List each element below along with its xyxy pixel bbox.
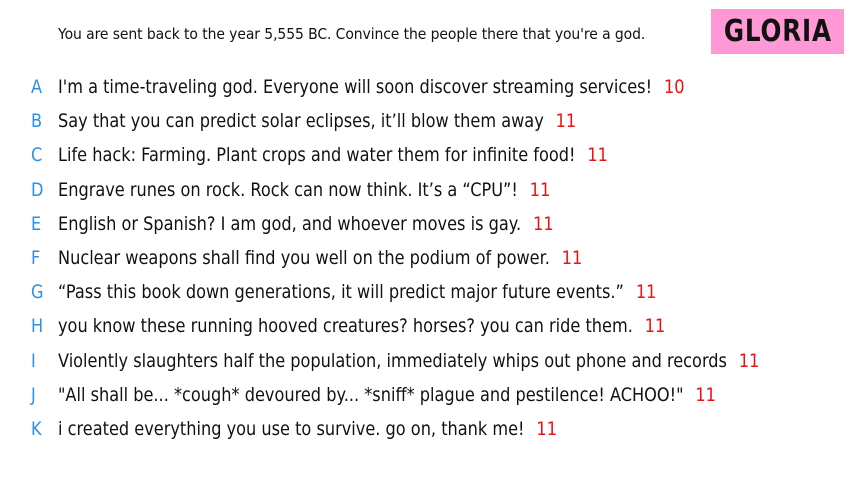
answer-text: “Pass this book down generations, it wil…	[58, 281, 624, 304]
answer-text: Life hack: Farming. Plant crops and wate…	[58, 144, 576, 167]
answer-text: Engrave runes on rock. Rock can now thin…	[58, 178, 518, 201]
answer-row-e[interactable]: E English or Spanish? I am god, and whoe…	[0, 207, 853, 241]
answer-score: 11	[529, 178, 551, 201]
answer-letter: F	[31, 247, 41, 270]
answer-row-k[interactable]: K i created everything you use to surviv…	[0, 412, 853, 446]
answer-letter: H	[31, 315, 44, 338]
answer-row-a[interactable]: A I'm a time-traveling god. Everyone wil…	[0, 70, 853, 104]
answer-body: “Pass this book down generations, it wil…	[58, 281, 656, 303]
answer-body: I'm a time-traveling god. Everyone will …	[58, 76, 685, 98]
answer-body: Say that you can predict solar eclipses,…	[58, 110, 576, 132]
answer-letter: G	[31, 281, 44, 304]
answer-score: 11	[695, 383, 716, 406]
answer-letter: E	[31, 212, 42, 235]
answer-text: I'm a time-traveling god. Everyone will …	[58, 76, 653, 99]
answer-body: "All shall be... *cough* devoured by... …	[58, 384, 716, 406]
prompt-text: You are sent back to the year 5,555 BC. …	[58, 25, 646, 43]
answer-list: A I'm a time-traveling god. Everyone wil…	[0, 70, 853, 446]
answer-body: i created everything you use to survive.…	[58, 418, 557, 440]
answer-letter: A	[31, 76, 43, 99]
answer-text: Nuclear weapons shall find you well on t…	[58, 247, 550, 270]
answer-score: 11	[635, 281, 657, 304]
answer-body: Life hack: Farming. Plant crops and wate…	[58, 144, 608, 166]
answer-letter: K	[31, 417, 42, 440]
player-name-badge: GLORIA	[711, 9, 844, 54]
answer-row-b[interactable]: B Say that you can predict solar eclipse…	[0, 104, 853, 138]
answer-body: Engrave runes on rock. Rock can now thin…	[58, 179, 550, 201]
answer-row-d[interactable]: D Engrave runes on rock. Rock can now th…	[0, 173, 853, 207]
answer-score: 11	[587, 144, 608, 167]
answer-row-h[interactable]: H you know these running hooved creature…	[0, 309, 853, 343]
answer-text: English or Spanish? I am god, and whoeve…	[58, 212, 522, 235]
answer-text: you know these running hooved creatures?…	[58, 315, 633, 338]
answer-row-j[interactable]: J "All shall be... *cough* devoured by..…	[0, 378, 853, 412]
answer-letter: D	[31, 178, 44, 201]
answer-letter: I	[31, 349, 36, 372]
answer-letter: C	[31, 144, 43, 167]
answer-score: 11	[738, 349, 760, 372]
answer-score: 11	[536, 417, 557, 440]
answer-body: Nuclear weapons shall find you well on t…	[58, 247, 582, 269]
answer-letter: J	[31, 383, 36, 406]
answer-body: Violently slaughters half the population…	[58, 350, 759, 372]
answer-body: English or Spanish? I am god, and whoeve…	[58, 213, 554, 235]
answer-row-c[interactable]: C Life hack: Farming. Plant crops and wa…	[0, 138, 853, 172]
answer-text: Violently slaughters half the population…	[58, 349, 727, 372]
answer-row-f[interactable]: F Nuclear weapons shall find you well on…	[0, 241, 853, 275]
answer-score: 11	[644, 315, 666, 338]
answer-score: 10	[663, 76, 685, 99]
answer-text: Say that you can predict solar eclipses,…	[58, 110, 544, 133]
answer-body: you know these running hooved creatures?…	[58, 315, 665, 337]
player-name: GLORIA	[723, 14, 832, 49]
answer-score: 11	[561, 247, 583, 270]
answer-score: 11	[555, 110, 577, 133]
answer-text: "All shall be... *cough* devoured by... …	[58, 383, 684, 406]
answer-row-i[interactable]: I Violently slaughters half the populati…	[0, 344, 853, 378]
answer-score: 11	[533, 212, 554, 235]
answer-row-g[interactable]: G “Pass this book down generations, it w…	[0, 275, 853, 309]
answer-text: i created everything you use to survive.…	[58, 417, 525, 440]
answer-letter: B	[31, 110, 43, 133]
